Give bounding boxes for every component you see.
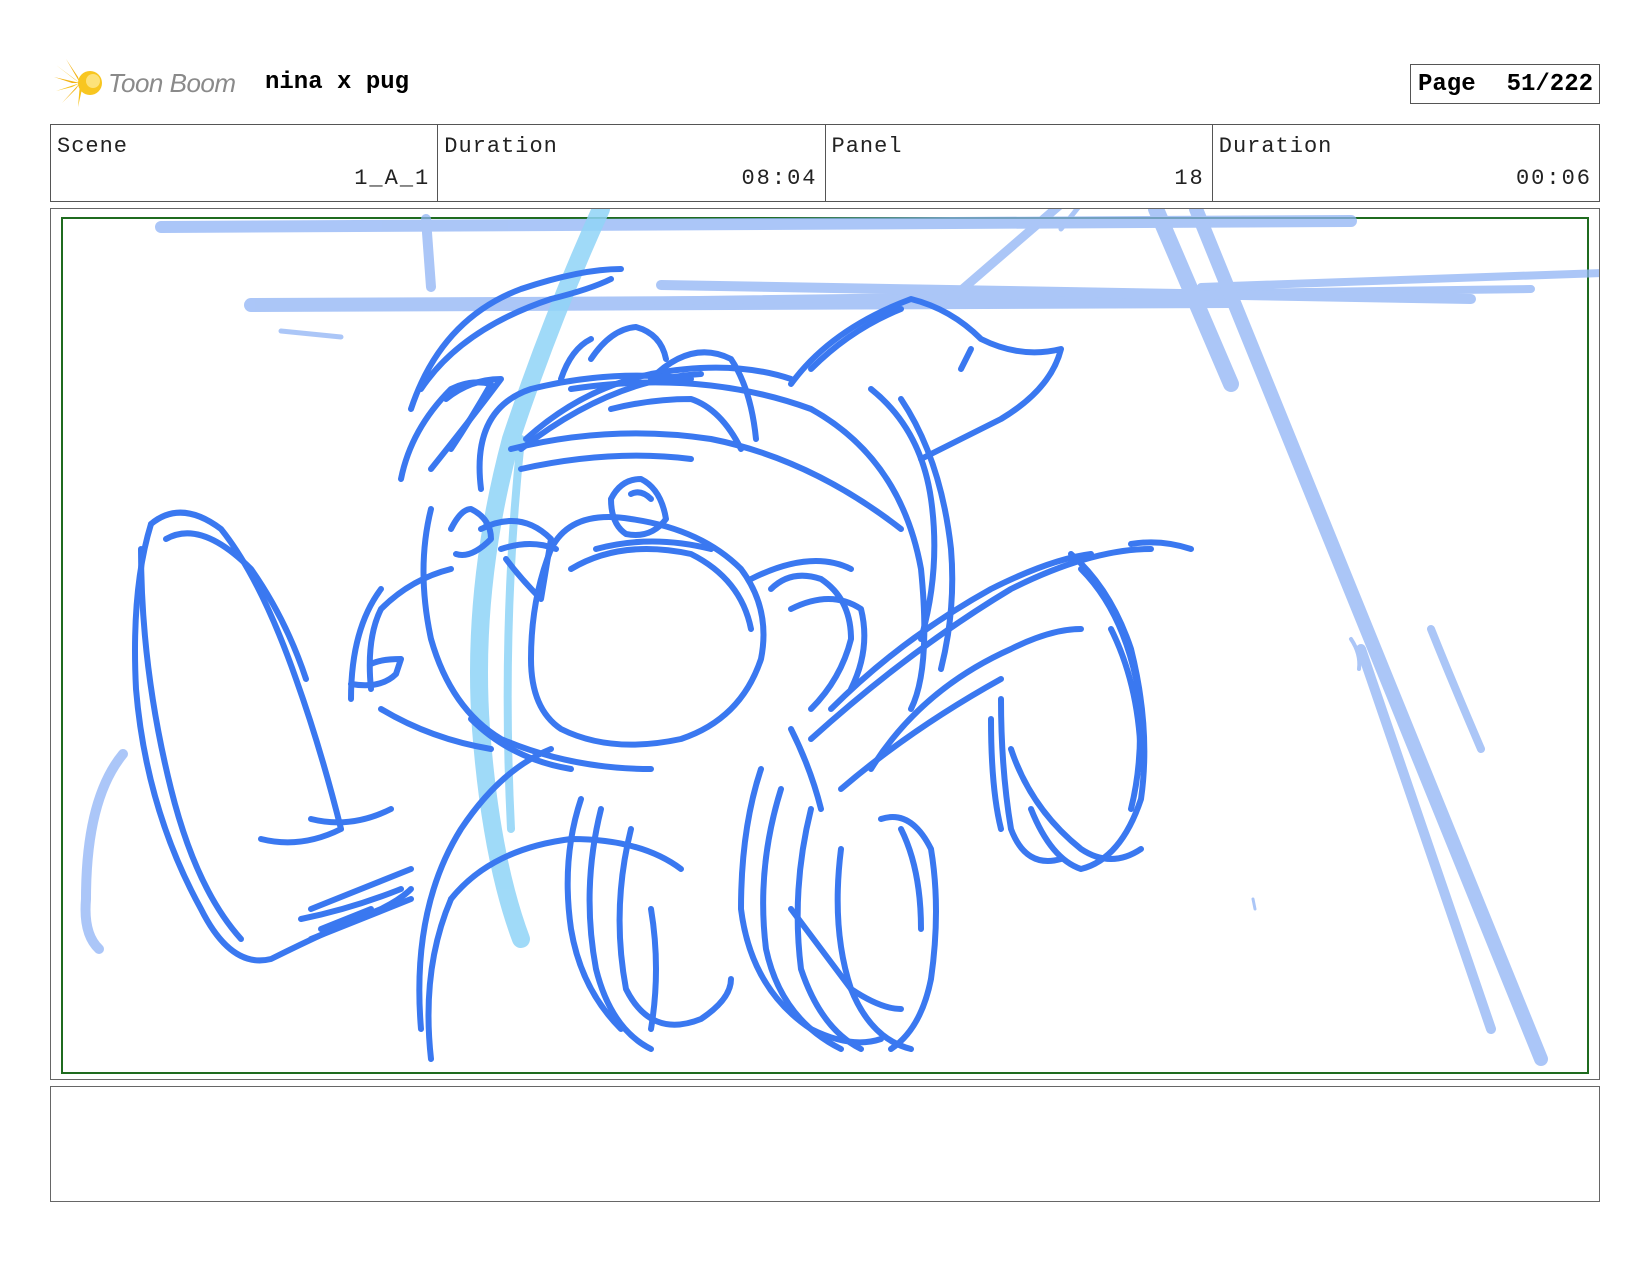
panel-duration-cell: Duration 00:06 xyxy=(1213,125,1599,201)
logo-text: Toon Boom xyxy=(108,67,236,98)
scene-label: Scene xyxy=(57,134,129,159)
scene-duration-label: Duration xyxy=(444,134,558,159)
scene-duration-value: 08:04 xyxy=(741,166,818,191)
panel-sketch xyxy=(61,209,1599,1074)
panel-duration-value: 00:06 xyxy=(1515,166,1592,191)
panel-label: Panel xyxy=(831,134,903,159)
toon-boom-burst-icon xyxy=(54,59,102,107)
page-indicator: Page 51/222 xyxy=(1410,64,1600,104)
panel-info-row: Scene 1_A_1 Duration 08:04 Panel 18 Dura… xyxy=(50,124,1600,202)
toon-boom-logo: Toon Boom xyxy=(54,58,236,108)
storyboard-panel xyxy=(50,208,1600,1080)
scene-cell: Scene 1_A_1 xyxy=(51,125,439,201)
project-title: nina x pug xyxy=(265,69,410,96)
panel-cell: Panel 18 xyxy=(826,125,1213,201)
page-number: 51/222 xyxy=(1506,70,1593,98)
scene-value: 1_A_1 xyxy=(354,166,431,191)
scene-duration-cell: Duration 08:04 xyxy=(438,125,826,201)
page-label: Page xyxy=(1418,70,1476,98)
panel-value: 18 xyxy=(1174,166,1205,191)
panel-duration-label: Duration xyxy=(1218,134,1333,159)
panel-notes xyxy=(50,1086,1600,1202)
